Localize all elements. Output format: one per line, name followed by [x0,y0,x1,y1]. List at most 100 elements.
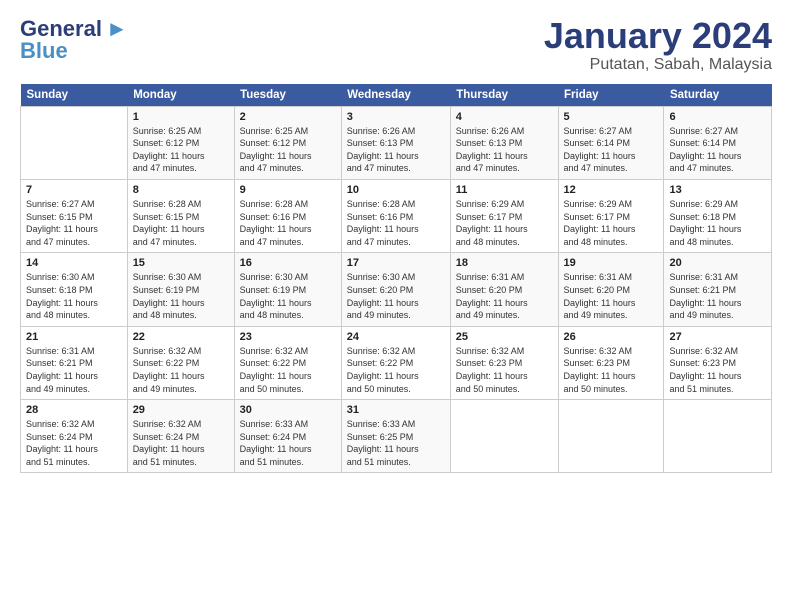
calendar-cell: 18Sunrise: 6:31 AM Sunset: 6:20 PM Dayli… [450,253,558,326]
logo-bird-icon: ► [106,16,128,42]
calendar-cell: 28 Sunrise: 6:32 AM Sunset: 6:24 PM Dayli… [21,400,128,473]
calendar-table: SundayMondayTuesdayWednesdayThursdayFrid… [20,84,772,474]
calendar-cell: 15 Sunrise: 6:30 AM Sunset: 6:19 PM Dayli… [127,253,234,326]
day-info: Sunrise: 6:32 AM Sunset: 6:24 PM Dayligh… [26,418,122,468]
header-row: SundayMondayTuesdayWednesdayThursdayFrid… [21,84,772,107]
calendar-cell: 27Sunrise: 6:32 AM Sunset: 6:23 PM Dayli… [664,326,772,399]
day-number: 25 [456,331,553,343]
logo: General ► Blue [20,16,128,64]
day-info: Sunrise: 6:32 AM Sunset: 6:22 PM Dayligh… [240,345,336,395]
day-number: 26 [564,331,659,343]
day-number: 4 [456,111,553,123]
day-info: Sunrise: 6:28 AM Sunset: 6:15 PM Dayligh… [133,198,229,248]
day-number: 29 [133,404,229,416]
column-header-tuesday: Tuesday [234,84,341,107]
column-header-thursday: Thursday [450,84,558,107]
day-number: 31 [347,404,445,416]
day-number: 30 [240,404,336,416]
day-info: Sunrise: 6:25 AM Sunset: 6:12 PM Dayligh… [133,125,229,175]
calendar-cell [21,106,128,179]
calendar-cell: 31 Sunrise: 6:33 AM Sunset: 6:25 PM Dayli… [341,400,450,473]
calendar-cell: 16 Sunrise: 6:30 AM Sunset: 6:19 PM Dayli… [234,253,341,326]
calendar-cell: 3 Sunrise: 6:26 AM Sunset: 6:13 PM Daylig… [341,106,450,179]
calendar-cell: 25 Sunrise: 6:32 AM Sunset: 6:23 PM Dayli… [450,326,558,399]
day-info: Sunrise: 6:25 AM Sunset: 6:12 PM Dayligh… [240,125,336,175]
calendar-cell: 30Sunrise: 6:33 AM Sunset: 6:24 PM Dayli… [234,400,341,473]
day-number: 9 [240,184,336,196]
calendar-cell: 12 Sunrise: 6:29 AM Sunset: 6:17 PM Dayli… [558,179,664,252]
calendar-cell: 22 Sunrise: 6:32 AM Sunset: 6:22 PM Dayli… [127,326,234,399]
day-info: Sunrise: 6:26 AM Sunset: 6:13 PM Dayligh… [347,125,445,175]
calendar-cell [558,400,664,473]
day-number: 3 [347,111,445,123]
day-number: 1 [133,111,229,123]
calendar-cell: 1 Sunrise: 6:25 AM Sunset: 6:12 PM Daylig… [127,106,234,179]
column-header-monday: Monday [127,84,234,107]
day-number: 24 [347,331,445,343]
day-number: 16 [240,257,336,269]
calendar-cell: 2 Sunrise: 6:25 AM Sunset: 6:12 PM Daylig… [234,106,341,179]
calendar-title: January 2024 [544,16,772,56]
calendar-subtitle: Putatan, Sabah, Malaysia [544,56,772,74]
day-info: Sunrise: 6:32 AM Sunset: 6:23 PM Dayligh… [669,345,766,395]
calendar-cell: 19Sunrise: 6:31 AM Sunset: 6:20 PM Dayli… [558,253,664,326]
day-number: 7 [26,184,122,196]
calendar-cell: 14 Sunrise: 6:30 AM Sunset: 6:18 PM Dayli… [21,253,128,326]
day-info: Sunrise: 6:32 AM Sunset: 6:23 PM Dayligh… [456,345,553,395]
day-number: 28 [26,404,122,416]
week-row: 7Sunrise: 6:27 AM Sunset: 6:15 PM Daylig… [21,179,772,252]
day-info: Sunrise: 6:30 AM Sunset: 6:18 PM Dayligh… [26,271,122,321]
week-row: 1 Sunrise: 6:25 AM Sunset: 6:12 PM Daylig… [21,106,772,179]
week-row: 28 Sunrise: 6:32 AM Sunset: 6:24 PM Dayli… [21,400,772,473]
calendar-cell: 9Sunrise: 6:28 AM Sunset: 6:16 PM Daylig… [234,179,341,252]
column-header-saturday: Saturday [664,84,772,107]
day-info: Sunrise: 6:27 AM Sunset: 6:14 PM Dayligh… [564,125,659,175]
day-info: Sunrise: 6:30 AM Sunset: 6:20 PM Dayligh… [347,271,445,321]
calendar-cell [664,400,772,473]
day-info: Sunrise: 6:29 AM Sunset: 6:18 PM Dayligh… [669,198,766,248]
day-info: Sunrise: 6:27 AM Sunset: 6:14 PM Dayligh… [669,125,766,175]
day-number: 6 [669,111,766,123]
calendar-cell: 23 Sunrise: 6:32 AM Sunset: 6:22 PM Dayli… [234,326,341,399]
calendar-cell: 29Sunrise: 6:32 AM Sunset: 6:24 PM Dayli… [127,400,234,473]
day-info: Sunrise: 6:29 AM Sunset: 6:17 PM Dayligh… [456,198,553,248]
day-info: Sunrise: 6:31 AM Sunset: 6:21 PM Dayligh… [26,345,122,395]
day-number: 17 [347,257,445,269]
day-number: 13 [669,184,766,196]
day-info: Sunrise: 6:32 AM Sunset: 6:22 PM Dayligh… [347,345,445,395]
day-number: 2 [240,111,336,123]
day-info: Sunrise: 6:31 AM Sunset: 6:20 PM Dayligh… [456,271,553,321]
day-info: Sunrise: 6:30 AM Sunset: 6:19 PM Dayligh… [133,271,229,321]
day-number: 5 [564,111,659,123]
day-info: Sunrise: 6:26 AM Sunset: 6:13 PM Dayligh… [456,125,553,175]
calendar-cell [450,400,558,473]
calendar-cell: 4 Sunrise: 6:26 AM Sunset: 6:13 PM Daylig… [450,106,558,179]
calendar-cell: 21Sunrise: 6:31 AM Sunset: 6:21 PM Dayli… [21,326,128,399]
day-info: Sunrise: 6:31 AM Sunset: 6:21 PM Dayligh… [669,271,766,321]
day-number: 8 [133,184,229,196]
day-number: 23 [240,331,336,343]
day-number: 12 [564,184,659,196]
day-info: Sunrise: 6:32 AM Sunset: 6:22 PM Dayligh… [133,345,229,395]
column-header-sunday: Sunday [21,84,128,107]
day-number: 15 [133,257,229,269]
calendar-cell: 11 Sunrise: 6:29 AM Sunset: 6:17 PM Dayli… [450,179,558,252]
calendar-cell: 8 Sunrise: 6:28 AM Sunset: 6:15 PM Daylig… [127,179,234,252]
day-info: Sunrise: 6:33 AM Sunset: 6:25 PM Dayligh… [347,418,445,468]
day-number: 14 [26,257,122,269]
logo-blue-text: Blue [20,38,68,64]
calendar-cell: 17 Sunrise: 6:30 AM Sunset: 6:20 PM Dayli… [341,253,450,326]
calendar-cell: 5 Sunrise: 6:27 AM Sunset: 6:14 PM Daylig… [558,106,664,179]
day-info: Sunrise: 6:31 AM Sunset: 6:20 PM Dayligh… [564,271,659,321]
day-number: 22 [133,331,229,343]
column-header-wednesday: Wednesday [341,84,450,107]
calendar-cell: 10Sunrise: 6:28 AM Sunset: 6:16 PM Dayli… [341,179,450,252]
column-header-friday: Friday [558,84,664,107]
calendar-cell: 13 Sunrise: 6:29 AM Sunset: 6:18 PM Dayli… [664,179,772,252]
week-row: 14 Sunrise: 6:30 AM Sunset: 6:18 PM Dayli… [21,253,772,326]
day-info: Sunrise: 6:28 AM Sunset: 6:16 PM Dayligh… [347,198,445,248]
day-number: 11 [456,184,553,196]
day-info: Sunrise: 6:29 AM Sunset: 6:17 PM Dayligh… [564,198,659,248]
page-header: General ► Blue January 2024 Putatan, Sab… [20,16,772,74]
day-info: Sunrise: 6:30 AM Sunset: 6:19 PM Dayligh… [240,271,336,321]
